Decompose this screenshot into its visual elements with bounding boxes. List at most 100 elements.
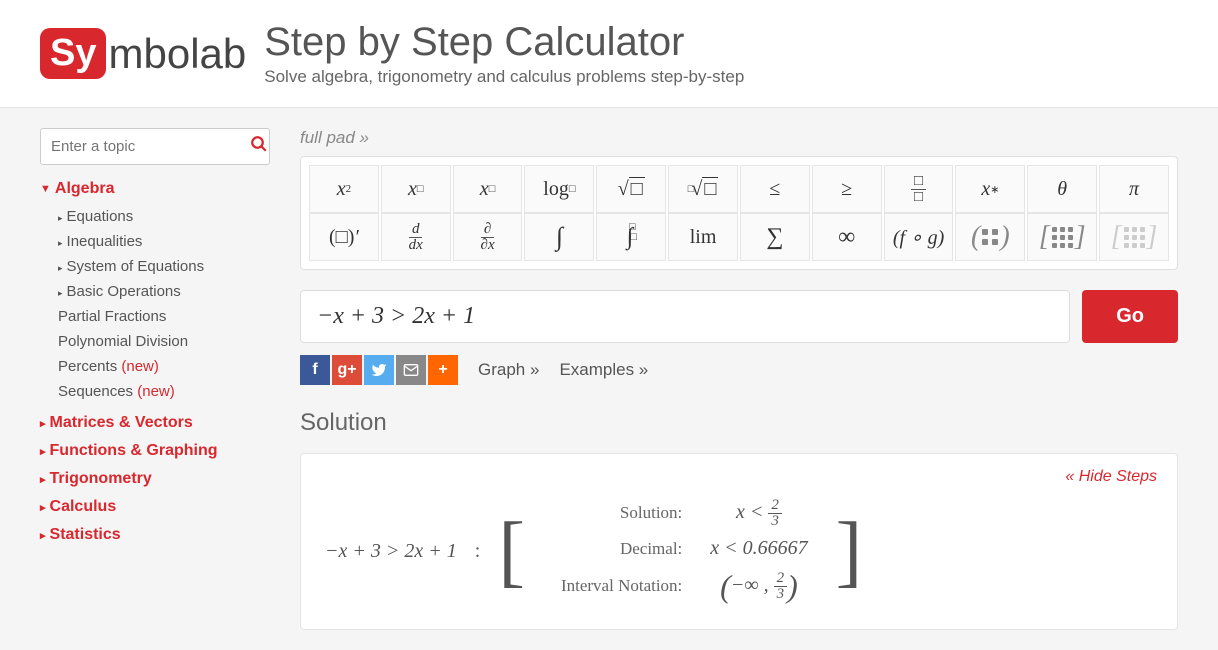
pad-frac[interactable]: □□: [884, 165, 954, 213]
pad-def-integral[interactable]: ∫□□: [596, 213, 666, 261]
pad-partial[interactable]: ∂∂x: [453, 213, 523, 261]
pad-infinity[interactable]: ∞: [812, 213, 882, 261]
solution-content: −x + 3 > 2x + 1 : [ Solution: x < 23 Dec…: [325, 494, 1153, 609]
nav-cat[interactable]: ▸ Calculus: [40, 498, 270, 516]
sidebar-item[interactable]: ▸ Inequalities: [58, 229, 270, 254]
full-pad-link[interactable]: full pad »: [300, 128, 1178, 148]
sidebar-item[interactable]: Polynomial Division: [58, 329, 270, 354]
sidebar-item-label: Inequalities: [67, 233, 143, 250]
email-icon[interactable]: [396, 355, 426, 385]
search-input[interactable]: [51, 138, 250, 155]
solution-row: Decimal: x < 0.66667: [543, 533, 818, 564]
sidebar-item[interactable]: ▸ Equations: [58, 204, 270, 229]
caret-right-icon: ▸: [40, 417, 46, 430]
twitter-icon[interactable]: [364, 355, 394, 385]
logo-text: mbolab: [108, 30, 246, 78]
pad-matrix-n[interactable]: []: [1099, 213, 1169, 261]
caret-right-icon: ▸: [58, 288, 63, 298]
hide-steps-link[interactable]: « Hide Steps: [1065, 468, 1157, 486]
sidebar-item[interactable]: Percents (new): [58, 354, 270, 379]
main: ▼ Algebra ▸ Equations ▸ Inequalities ▸System…: [0, 108, 1218, 650]
pad-nroot[interactable]: □√□: [668, 165, 738, 213]
pad-deriv[interactable]: (□)′: [309, 213, 379, 261]
pad-sqrt[interactable]: √□: [596, 165, 666, 213]
google-plus-icon[interactable]: g+: [332, 355, 362, 385]
search-box[interactable]: [40, 128, 270, 165]
nav-group: ▸Matrices & Vectors: [40, 414, 270, 432]
header: Sy mbolab Step by Step Calculator Solve …: [0, 0, 1218, 108]
pad-matrix-3[interactable]: []: [1027, 213, 1097, 261]
caret-right-icon: ▸: [40, 445, 46, 458]
examples-link[interactable]: Examples »: [559, 360, 648, 380]
go-button[interactable]: Go: [1082, 290, 1178, 343]
facebook-icon[interactable]: f: [300, 355, 330, 385]
graph-link[interactable]: Graph »: [478, 360, 539, 380]
solution-problem: −x + 3 > 2x + 1: [325, 540, 457, 563]
nav-cat[interactable]: ▸ Trigonometry: [40, 470, 270, 488]
nav-cat-algebra[interactable]: ▼ Algebra: [40, 180, 270, 198]
pad-log[interactable]: log□: [524, 165, 594, 213]
content: full pad » x2 x□ x□ log□ √□ □√□ ≤ ≥ □□ x…: [300, 128, 1178, 630]
pad-compose[interactable]: (f ∘ g): [884, 213, 954, 261]
logo-box: Sy: [40, 28, 106, 79]
pad-lim[interactable]: lim: [668, 213, 738, 261]
nav-cat-label: Calculus: [50, 498, 117, 516]
pad-x-squared[interactable]: x2: [309, 165, 379, 213]
pad-pi[interactable]: π: [1099, 165, 1169, 213]
caret-right-icon: ▸: [40, 501, 46, 514]
nav-group: ▸ Calculus: [40, 498, 270, 516]
nav-cat-label: Statistics: [50, 526, 121, 544]
pad-theta[interactable]: θ: [1027, 165, 1097, 213]
share-icons: f g+ +: [300, 355, 458, 385]
nav-cat-label: Functions & Graphing: [50, 442, 218, 460]
input-row: −x + 3 > 2x + 1 Go: [300, 290, 1178, 343]
keypad: x2 x□ x□ log□ √□ □√□ ≤ ≥ □□ x∗ θ π (□)′ …: [300, 156, 1178, 270]
equation-input[interactable]: −x + 3 > 2x + 1: [300, 290, 1070, 343]
caret-right-icon: ▸: [40, 529, 46, 542]
search-icon[interactable]: [250, 135, 268, 158]
nav-cat[interactable]: ▸ Statistics: [40, 526, 270, 544]
addthis-icon[interactable]: +: [428, 355, 458, 385]
solution-row: Interval Notation: (−∞ , 23): [543, 564, 818, 609]
caret-right-icon: ▸: [58, 213, 63, 223]
pad-x-star[interactable]: x∗: [955, 165, 1025, 213]
nav-cat-label: Trigonometry: [50, 470, 152, 488]
solution-heading: Solution: [300, 409, 1178, 437]
sidebar-item[interactable]: ▸ Basic Operations: [58, 279, 270, 304]
nav-cat[interactable]: ▸Matrices & Vectors: [40, 414, 270, 432]
sol-value: x < 23: [700, 494, 817, 533]
nav-group: ▸ Functions & Graphing: [40, 442, 270, 460]
pad-ge[interactable]: ≥: [812, 165, 882, 213]
bracket-left-icon: [: [498, 494, 525, 609]
share-row: f g+ + Graph » Examples »: [300, 355, 1178, 385]
caret-right-icon: ▸: [58, 238, 63, 248]
sidebar-item[interactable]: ▸System of Equations: [58, 254, 270, 279]
sidebar-item[interactable]: Partial Fractions: [58, 304, 270, 329]
sol-label: Solution:: [543, 494, 700, 533]
pad-sum[interactable]: ∑: [740, 213, 810, 261]
sidebar-item-label: Equations: [67, 208, 134, 225]
sidebar-item-label: Basic Operations: [67, 283, 181, 300]
sol-value: (−∞ , 23): [700, 564, 817, 609]
page-title: Step by Step Calculator: [264, 20, 744, 65]
nav-group: ▸ Trigonometry: [40, 470, 270, 488]
pad-ddx[interactable]: ddx: [381, 213, 451, 261]
pad-le[interactable]: ≤: [740, 165, 810, 213]
sidebar-item-label: Partial Fractions: [58, 308, 166, 325]
pad-integral[interactable]: ∫: [524, 213, 594, 261]
logo[interactable]: Sy mbolab: [40, 28, 246, 79]
pad-matrix-2[interactable]: (): [955, 213, 1025, 261]
title-block: Step by Step Calculator Solve algebra, t…: [264, 20, 744, 87]
nav-algebra: ▼ Algebra ▸ Equations ▸ Inequalities ▸System…: [40, 180, 270, 404]
pad-x-power[interactable]: x□: [381, 165, 451, 213]
nav-cat[interactable]: ▸ Functions & Graphing: [40, 442, 270, 460]
sidebar-item[interactable]: Sequences (new): [58, 379, 270, 404]
page-subtitle: Solve algebra, trigonometry and calculus…: [264, 67, 744, 87]
pad-x-sub[interactable]: x□: [453, 165, 523, 213]
sidebar: ▼ Algebra ▸ Equations ▸ Inequalities ▸System…: [40, 128, 270, 630]
sidebar-item-label: Percents: [58, 358, 117, 375]
new-badge: (new): [117, 358, 159, 375]
sidebar-item-label: Polynomial Division: [58, 333, 188, 350]
nav-group: ▸ Statistics: [40, 526, 270, 544]
caret-right-icon: ▸: [40, 473, 46, 486]
